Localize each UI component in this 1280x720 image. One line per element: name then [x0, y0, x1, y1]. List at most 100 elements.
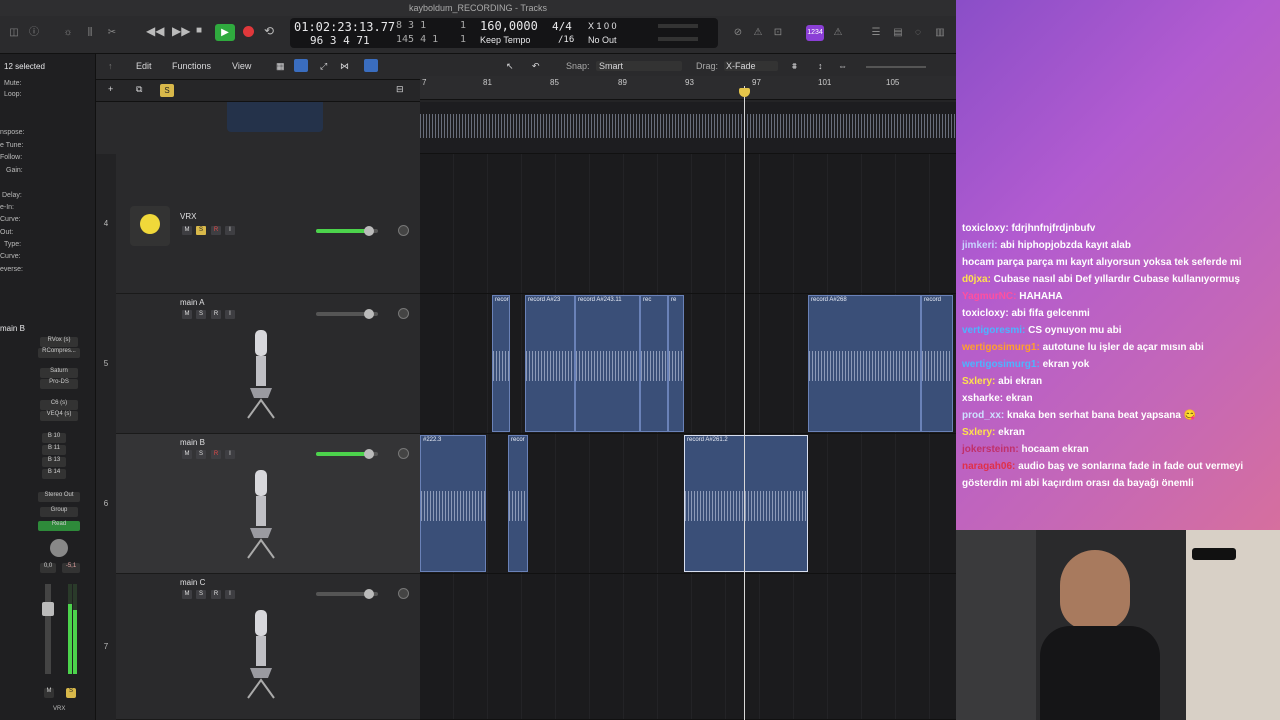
region-param-curve2[interactable]: Curve: [0, 253, 21, 260]
chat-username[interactable]: YagmurNC: [962, 291, 1016, 302]
chat-username[interactable]: wertigosimurg1: [962, 342, 1040, 353]
chat-username[interactable]: prod_xx: [962, 410, 1004, 421]
metronome-toggle-icon[interactable]: ⚠ [830, 26, 846, 40]
track-lane-4[interactable] [420, 154, 956, 294]
volume-fader-cap[interactable] [42, 602, 54, 616]
solo-button[interactable]: S [196, 310, 206, 319]
region-param-gain[interactable]: Gain: [6, 167, 23, 174]
track-name-7[interactable]: main C [180, 578, 205, 587]
functions-menu[interactable]: Functions [172, 61, 211, 71]
mute-button[interactable]: M [182, 450, 192, 459]
input-monitor-button[interactable]: I [225, 450, 235, 459]
notepad-icon[interactable]: ▤ [890, 26, 906, 40]
region-param-fadeout[interactable]: Out: [0, 229, 13, 236]
track-lane-7[interactable] [420, 574, 956, 720]
track-volume-fader[interactable] [316, 449, 378, 459]
automation-icon[interactable]: ⤢ [320, 61, 327, 72]
chat-username[interactable]: Sxlery: [962, 376, 995, 387]
audio-region[interactable]: #222.3 [420, 435, 486, 572]
audio-region[interactable]: record [921, 295, 953, 432]
play-button[interactable]: ▶ [215, 24, 235, 41]
loop-browser-icon[interactable]: ◌ [910, 26, 926, 40]
audio-region[interactable]: record [492, 295, 510, 432]
chat-username[interactable]: d0jxa: [962, 274, 991, 285]
editor-icon[interactable]: ✂ [104, 26, 120, 40]
track-pan-knob[interactable] [398, 308, 409, 319]
chat-username[interactable]: vertigoresmi: [962, 325, 1025, 336]
chat-username[interactable]: naragah06: [962, 461, 1015, 472]
track-name-4[interactable]: VRX [180, 212, 196, 221]
plugin-slot-4[interactable]: Pro-DS [40, 379, 78, 389]
add-track-icon[interactable]: + [108, 84, 113, 94]
region-param-fadein[interactable]: e-In: [0, 204, 14, 211]
forward-icon[interactable]: ▶▶ [172, 24, 190, 38]
zoom-slider[interactable] [866, 66, 926, 68]
record-button[interactable] [243, 26, 254, 37]
solo-button[interactable]: S [196, 590, 206, 599]
chat-username[interactable]: toxicloxy: [962, 223, 1009, 234]
chat-username[interactable]: jokersteinn: [962, 444, 1019, 455]
back-icon[interactable]: ↑ [108, 61, 113, 71]
mute-button[interactable]: M [182, 310, 192, 319]
rewind-icon[interactable]: ◀◀ [146, 24, 164, 38]
audio-region[interactable]: record A#268 [808, 295, 921, 432]
cycle-icon[interactable]: ⟲ [264, 24, 274, 38]
chat-username[interactable]: toxicloxy: [962, 308, 1009, 319]
pointer-tool-icon[interactable]: ↖ [506, 61, 514, 72]
track-header-6[interactable]: main B M S R I [116, 434, 420, 574]
lcd-display[interactable]: 01:02:23:13.77 96 3 4 71 8 3 1 1 145 4 1… [290, 18, 718, 48]
tuner-icon[interactable]: ⊡ [770, 26, 786, 40]
stop-icon[interactable]: ■ [196, 24, 202, 38]
input-monitor-button[interactable]: I [225, 310, 235, 319]
region-param-transpose[interactable]: nspose: [0, 129, 25, 136]
snap-select[interactable]: Smart [596, 61, 682, 71]
output-slot[interactable]: Stereo Out [38, 492, 80, 502]
input-monitor-button[interactable]: I [225, 590, 235, 599]
audio-region[interactable]: record A#23 [525, 295, 575, 432]
plugin-slot-3[interactable]: Saturn [40, 368, 78, 378]
smart-controls-icon[interactable]: ☼ [60, 26, 76, 40]
strip-mute-button[interactable]: M [44, 688, 54, 698]
region-param-loop[interactable]: Loop: [4, 91, 22, 98]
library-icon[interactable]: ◫ [6, 26, 22, 40]
record-enable-button[interactable]: R [211, 590, 221, 599]
region-param-follow[interactable]: Follow: [0, 154, 22, 161]
mute-button[interactable]: M [182, 226, 192, 235]
list-editor-icon[interactable]: ☰ [868, 26, 884, 40]
chat-username[interactable]: wertigosimurg1: [962, 359, 1040, 370]
region-param-mute[interactable]: Mute: [4, 80, 22, 87]
track-header-7[interactable]: main C M S R I [116, 574, 420, 720]
region-param-delay[interactable]: Delay: [2, 192, 22, 199]
input-monitor-button[interactable]: I [225, 226, 235, 235]
metronome-icon[interactable]: ⚠ [750, 26, 766, 40]
track-pan-knob[interactable] [398, 225, 409, 236]
catch-icon[interactable] [364, 59, 378, 72]
duplicate-track-icon[interactable]: ⧉ [136, 84, 142, 95]
chat-username[interactable]: xsharke: [962, 393, 1003, 404]
record-enable-button[interactable]: R [211, 450, 221, 459]
drag-select[interactable]: X-Fade [724, 61, 778, 71]
chat-username[interactable]: Sxlery: [962, 427, 995, 438]
track-pan-knob[interactable] [398, 448, 409, 459]
record-enable-button[interactable]: R [211, 310, 221, 319]
track-pan-knob[interactable] [398, 588, 409, 599]
audio-region[interactable]: re [668, 295, 684, 432]
solo-button[interactable]: S [196, 450, 206, 459]
track-volume-fader[interactable] [316, 226, 378, 236]
playhead-line[interactable] [744, 86, 745, 720]
send-slot-3[interactable]: B 13 [42, 457, 66, 467]
record-enable-button[interactable]: R [211, 226, 221, 235]
send-slot-2[interactable]: B 11 [42, 445, 66, 455]
horizontal-zoom-icon[interactable]: ⇔ [838, 61, 847, 71]
send-slot-1[interactable]: B 10 [42, 433, 66, 443]
vertical-zoom-icon[interactable]: ↕ [818, 61, 823, 71]
plugin-slot-2[interactable]: RCompres... [38, 348, 80, 358]
view-menu[interactable]: View [232, 61, 251, 71]
global-solo-icon[interactable]: S [160, 84, 174, 97]
pan-knob[interactable] [50, 539, 68, 557]
count-in-icon[interactable]: ⊘ [730, 26, 746, 40]
plugin-slot-6[interactable]: VEQ4 (s) [40, 411, 78, 421]
mute-button[interactable]: M [182, 590, 192, 599]
plugin-slot-1[interactable]: RVox (s) [40, 337, 78, 347]
track-lane-5[interactable]: record record A#23 record A#243.11 rec r… [420, 294, 956, 434]
